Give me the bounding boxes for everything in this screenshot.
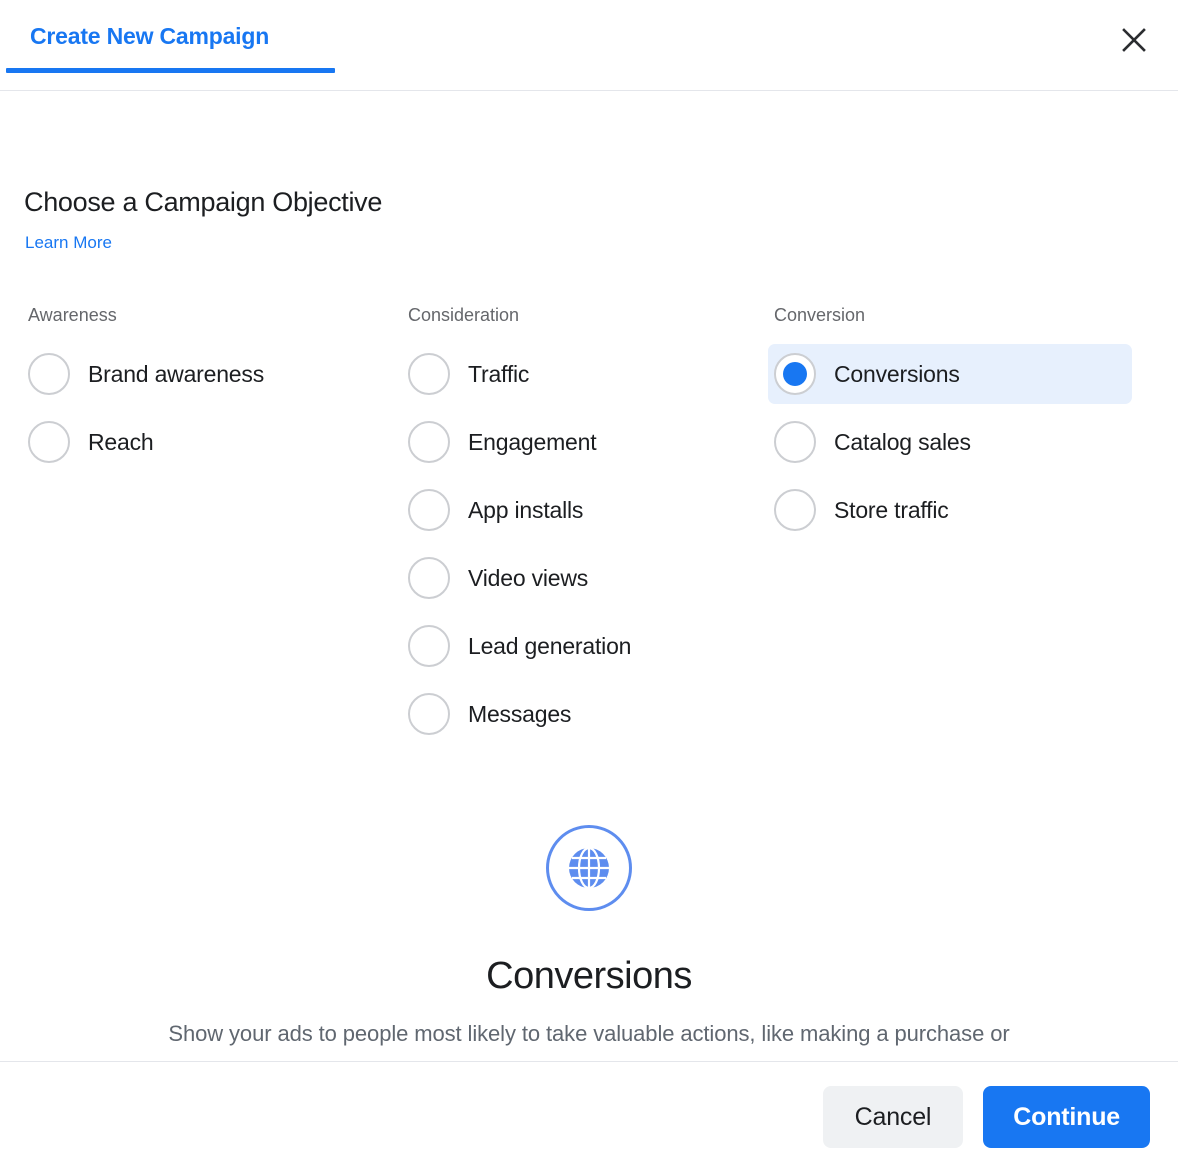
create-campaign-dialog: Create New Campaign Choose a Campaign Ob…: [0, 0, 1178, 1172]
objective-columns: Awareness Brand awareness Reach Consider…: [0, 305, 1178, 752]
option-video-views[interactable]: Video views: [406, 548, 764, 608]
option-label: Messages: [468, 701, 571, 728]
objective-column-conversion: Conversion Conversions Catalog sales Sto…: [764, 305, 1178, 752]
option-label: Store traffic: [834, 497, 949, 524]
option-lead-generation[interactable]: Lead generation: [406, 616, 764, 676]
learn-more-link[interactable]: Learn More: [25, 233, 112, 253]
option-traffic[interactable]: Traffic: [406, 344, 764, 404]
option-label: Brand awareness: [88, 361, 264, 388]
tab-active-underline: [6, 68, 335, 73]
option-label: Conversions: [834, 361, 960, 388]
radio-lead-generation[interactable]: [408, 625, 450, 667]
radio-reach[interactable]: [28, 421, 70, 463]
dialog-header: Create New Campaign: [0, 0, 1178, 91]
radio-traffic[interactable]: [408, 353, 450, 395]
option-engagement[interactable]: Engagement: [406, 412, 764, 472]
radio-app-installs[interactable]: [408, 489, 450, 531]
objective-column-consideration: Consideration Traffic Engagement App ins…: [382, 305, 764, 752]
option-store-traffic[interactable]: Store traffic: [768, 480, 1132, 540]
dialog-footer: Cancel Continue: [0, 1061, 1178, 1172]
radio-messages[interactable]: [408, 693, 450, 735]
option-catalog-sales[interactable]: Catalog sales: [768, 412, 1132, 472]
option-label: Video views: [468, 565, 588, 592]
option-label: App installs: [468, 497, 583, 524]
continue-button[interactable]: Continue: [983, 1086, 1150, 1148]
option-conversions[interactable]: Conversions: [768, 344, 1132, 404]
radio-catalog-sales[interactable]: [774, 421, 816, 463]
option-label: Lead generation: [468, 633, 631, 660]
radio-conversions[interactable]: [774, 353, 816, 395]
tab-label: Create New Campaign: [30, 23, 269, 50]
column-header-consideration: Consideration: [406, 305, 764, 326]
page-title: Choose a Campaign Objective: [24, 187, 382, 218]
option-app-installs[interactable]: App installs: [406, 480, 764, 540]
radio-store-traffic[interactable]: [774, 489, 816, 531]
radio-video-views[interactable]: [408, 557, 450, 599]
objective-detail-panel: Conversions Show your ads to people most…: [0, 809, 1178, 1061]
tab-create-new-campaign[interactable]: Create New Campaign: [6, 0, 293, 72]
option-label: Catalog sales: [834, 429, 971, 456]
objective-column-awareness: Awareness Brand awareness Reach: [0, 305, 382, 752]
close-icon: [1120, 26, 1148, 54]
column-header-awareness: Awareness: [26, 305, 382, 326]
globe-icon: [546, 825, 632, 911]
option-label: Engagement: [468, 429, 596, 456]
option-reach[interactable]: Reach: [26, 412, 382, 472]
detail-title: Conversions: [0, 955, 1178, 998]
column-header-conversion: Conversion: [768, 305, 1178, 326]
option-label: Traffic: [468, 361, 529, 388]
option-brand-awareness[interactable]: Brand awareness: [26, 344, 382, 404]
dialog-body: Choose a Campaign Objective Learn More A…: [0, 91, 1178, 1061]
detail-description: Show your ads to people most likely to t…: [149, 1016, 1029, 1061]
option-label: Reach: [88, 429, 154, 456]
radio-engagement[interactable]: [408, 421, 450, 463]
close-button[interactable]: [1112, 18, 1156, 62]
radio-brand-awareness[interactable]: [28, 353, 70, 395]
option-messages[interactable]: Messages: [406, 684, 764, 744]
cancel-button[interactable]: Cancel: [823, 1086, 964, 1148]
